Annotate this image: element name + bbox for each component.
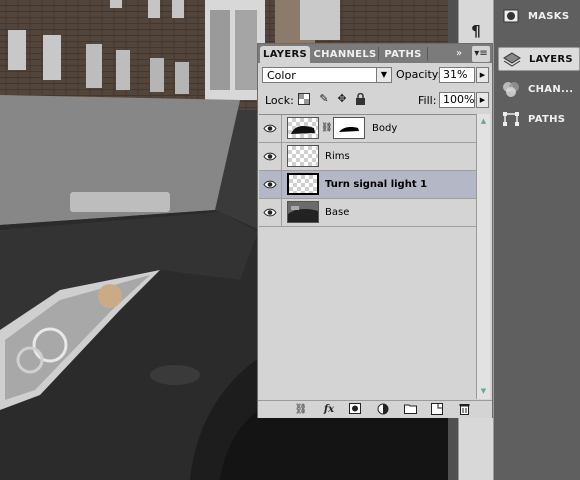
- dock-item-channels[interactable]: CHAN...: [498, 77, 580, 101]
- eye-icon[interactable]: [259, 171, 282, 198]
- layer-row-turn-signal-light-1[interactable]: Turn signal light 1: [259, 171, 476, 199]
- opacity-slider-arrow-icon[interactable]: ▶: [476, 67, 489, 83]
- scroll-up-icon[interactable]: ▲: [477, 115, 490, 128]
- layers-icon: [503, 50, 521, 68]
- panel-menu-icon[interactable]: ▾≡: [472, 46, 490, 62]
- layer-name: Base: [325, 207, 350, 218]
- layers-panel: LAYERS CHANNELS PATHS » ▾≡ Color ▼ Opaci…: [257, 43, 493, 418]
- fill-field[interactable]: 100%: [439, 92, 475, 108]
- dock-item-paths[interactable]: PATHS: [498, 107, 580, 131]
- collapse-icon[interactable]: »: [451, 46, 467, 62]
- dock-item-layers[interactable]: LAYERS: [498, 47, 580, 71]
- new-group-icon[interactable]: [403, 403, 417, 416]
- tab-layers[interactable]: LAYERS: [260, 46, 310, 63]
- link-layers-icon[interactable]: ⛓: [292, 403, 310, 416]
- eye-icon[interactable]: [259, 115, 282, 142]
- dock-item-label: MASKS: [528, 10, 570, 22]
- opacity-field[interactable]: 31%: [439, 67, 475, 83]
- layer-thumbnail[interactable]: [287, 117, 319, 139]
- new-layer-icon[interactable]: [430, 403, 444, 416]
- fx-icon[interactable]: fx: [320, 403, 338, 416]
- lock-label: Lock:: [265, 94, 294, 107]
- tab-separator: [427, 47, 428, 61]
- tab-channels[interactable]: CHANNELS: [313, 46, 377, 63]
- layer-list-scrollbar[interactable]: ▲ ▼: [476, 114, 490, 399]
- paths-icon: [502, 110, 520, 128]
- blend-mode-select[interactable]: Color ▼: [262, 67, 392, 83]
- fill-slider-arrow-icon[interactable]: ▶: [476, 92, 489, 108]
- mask-link-icon[interactable]: ⛓: [321, 123, 332, 133]
- layer-name: Body: [372, 123, 398, 134]
- add-mask-icon[interactable]: [348, 403, 362, 416]
- lock-position-icon[interactable]: ✥: [336, 93, 348, 105]
- layer-name: Rims: [325, 151, 350, 162]
- tab-paths[interactable]: PATHS: [380, 46, 426, 63]
- layer-row-body[interactable]: ⛓ Body: [259, 115, 476, 143]
- scroll-down-icon[interactable]: ▼: [477, 385, 490, 398]
- dock-item-label: LAYERS: [529, 53, 573, 65]
- panel-tab-bar: LAYERS CHANNELS PATHS » ▾≡: [258, 44, 492, 63]
- dock-item-label: CHAN...: [528, 83, 574, 95]
- eye-icon[interactable]: [259, 143, 282, 170]
- fill-label: Fill:: [418, 94, 437, 107]
- trash-icon[interactable]: [457, 403, 471, 416]
- chevron-down-icon: ▼: [376, 68, 391, 82]
- layer-row-rims[interactable]: Rims: [259, 143, 476, 171]
- tab-separator: [378, 47, 379, 61]
- layer-mask-thumbnail[interactable]: [333, 117, 365, 139]
- blend-mode-value: Color: [267, 69, 296, 82]
- masks-icon: [502, 7, 520, 25]
- paragraph-icon[interactable]: ¶: [465, 20, 487, 42]
- layer-list: ⛓ Body Rims Turn signal light 1 Base: [259, 114, 476, 399]
- channels-icon: [502, 80, 520, 98]
- layer-row-base[interactable]: Base: [259, 199, 476, 227]
- layer-thumbnail[interactable]: [287, 201, 319, 223]
- layer-thumbnail[interactable]: [287, 173, 319, 195]
- lock-pixels-icon[interactable]: ✎: [318, 93, 330, 105]
- lock-transparency-icon[interactable]: [298, 93, 310, 105]
- eye-icon[interactable]: [259, 199, 282, 226]
- adjustment-layer-icon[interactable]: [376, 403, 390, 416]
- layer-thumbnail[interactable]: [287, 145, 319, 167]
- opacity-label: Opacity:: [396, 68, 442, 81]
- layer-name: Turn signal light 1: [325, 179, 428, 190]
- dock-item-label: PATHS: [528, 113, 566, 125]
- dock-item-masks[interactable]: MASKS: [498, 4, 580, 28]
- lock-all-icon[interactable]: [354, 92, 366, 105]
- layers-bottom-toolbar: ⛓ fx: [258, 400, 492, 418]
- panel-dock: [494, 0, 580, 480]
